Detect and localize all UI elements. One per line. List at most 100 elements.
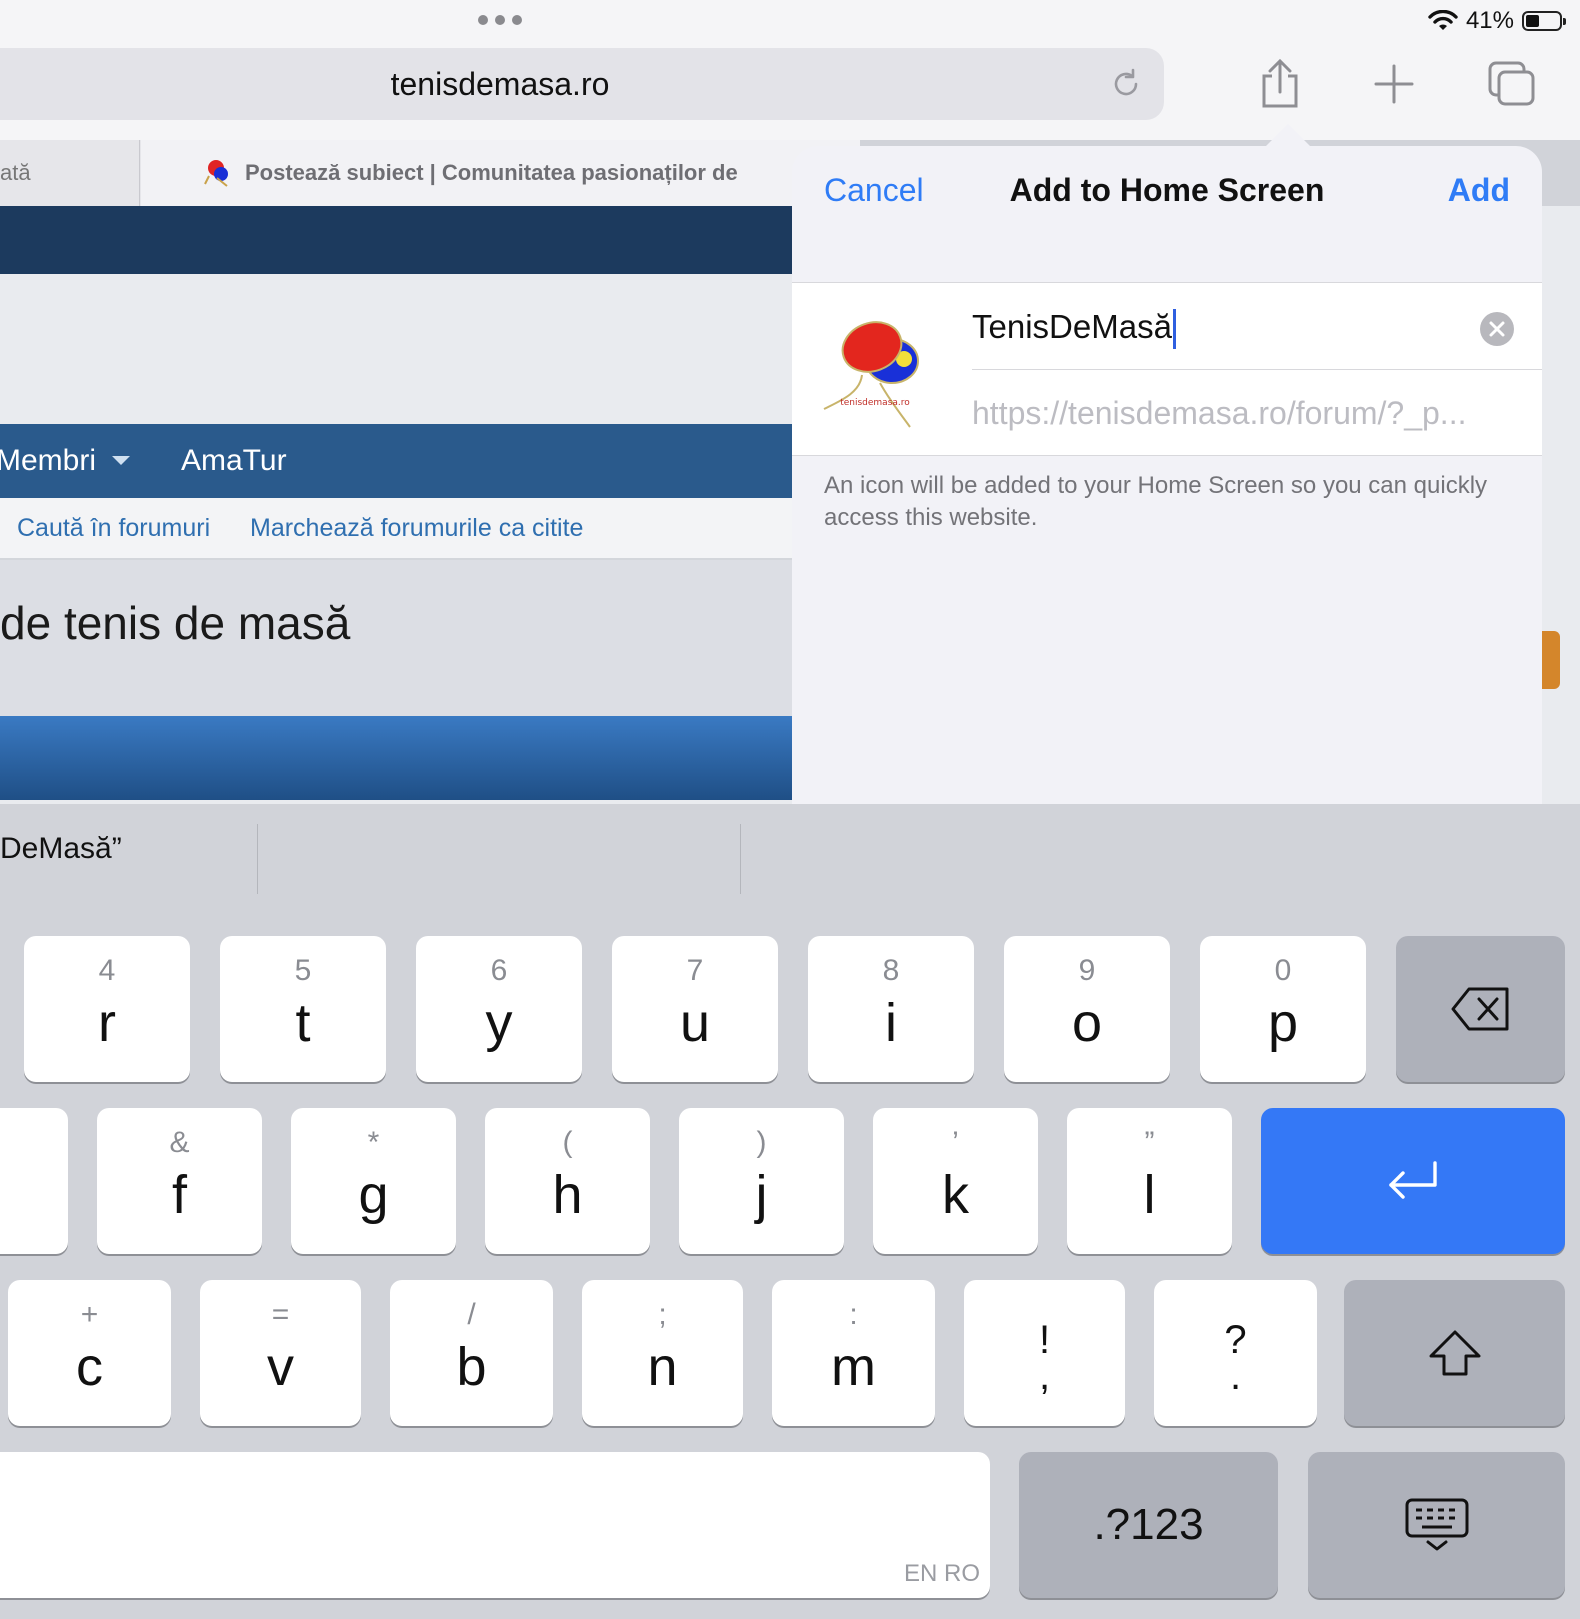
key-u-label: u <box>679 993 711 1053</box>
shift-icon <box>1344 1280 1565 1426</box>
mark-read-link[interactable]: Marchează forumurile ca citite <box>250 498 583 558</box>
key-j[interactable]: ) j <box>679 1108 844 1254</box>
key-d[interactable] <box>0 1108 68 1254</box>
key-o[interactable]: 9o <box>1004 936 1170 1082</box>
key-k-secondary: ’ <box>952 1126 959 1159</box>
site-subnav: Caută în forumuri Marchează forumurile c… <box>0 498 792 560</box>
key-o-secondary: 9 <box>1078 954 1096 987</box>
clear-icon[interactable] <box>1480 312 1514 346</box>
key-v-label: v <box>267 1337 294 1397</box>
key-m[interactable]: :m <box>772 1280 935 1426</box>
key-v[interactable]: = v <box>200 1280 361 1426</box>
key-l-secondary: ” <box>1144 1126 1155 1159</box>
key-exclam-comma[interactable]: ! , <box>964 1280 1125 1426</box>
battery-percent: 41% <box>1465 7 1514 34</box>
key-l[interactable]: ” l <box>1067 1108 1232 1254</box>
page-heading: de tenis de masă <box>0 597 351 649</box>
on-screen-keyboard: DeMasă” 4r 5t 6y 7u 8i 9o 0p & f * g (h ) j… <box>0 804 1580 1619</box>
url-field: https://tenisdemasa.ro/forum/?_p... <box>972 395 1467 431</box>
key-k[interactable]: ’ k <box>873 1108 1038 1254</box>
prediction-divider <box>740 824 741 894</box>
keyboard-language: EN RO <box>903 1560 980 1587</box>
nav-amatur[interactable]: AmaTur <box>181 424 287 498</box>
key-p-label: p <box>1267 993 1299 1053</box>
address-text[interactable]: tenisdemasa.ro <box>0 48 1000 120</box>
add-button[interactable]: Add <box>1448 172 1510 209</box>
key-f-secondary: & <box>169 1126 190 1159</box>
key-i-label: i <box>885 993 897 1053</box>
key-m-label: m <box>831 1337 876 1397</box>
name-input[interactable]: TenisDeMasă <box>972 299 1472 355</box>
key-l-label: l <box>1143 1165 1156 1225</box>
backspace-icon <box>1396 936 1565 1082</box>
shift-key[interactable] <box>1344 1280 1565 1426</box>
multitasking-dots[interactable] <box>478 10 522 30</box>
chevron-down-icon[interactable] <box>112 456 130 465</box>
key-f[interactable]: & f <box>97 1108 262 1254</box>
bookmark-form: tenisdemasa.ro TenisDeMasă https://tenis… <box>792 282 1542 456</box>
key-h[interactable]: (h <box>485 1108 650 1254</box>
numbers-key-label: .?123 <box>1093 1500 1204 1549</box>
nav-membri[interactable]: Membri <box>0 424 96 498</box>
key-c[interactable]: + c <box>8 1280 171 1426</box>
key-n-label: n <box>647 1337 678 1397</box>
key-p[interactable]: 0p <box>1200 936 1366 1082</box>
popover-arrow <box>1266 124 1310 146</box>
key-exclam-bottom: , <box>1038 1354 1051 1398</box>
dialog-title: Add to Home Screen <box>1009 172 1325 208</box>
tab-active-label: Postează subiect | Comunitatea pasionați… <box>245 160 738 185</box>
tab-previous[interactable]: ată <box>0 140 140 206</box>
key-c-label: c <box>76 1337 103 1397</box>
key-g-label: g <box>358 1165 389 1225</box>
key-p-secondary: 0 <box>1274 954 1292 987</box>
site-blue-bar <box>0 716 792 800</box>
key-t[interactable]: 5t <box>220 936 386 1082</box>
key-y[interactable]: 6y <box>416 936 582 1082</box>
new-tab-icon[interactable] <box>1366 56 1422 112</box>
key-u[interactable]: 7u <box>612 936 778 1082</box>
return-key[interactable] <box>1261 1108 1565 1254</box>
site-hero: de tenis de masă <box>0 560 792 716</box>
key-question-period[interactable]: ? . <box>1154 1280 1317 1426</box>
web-page: Membri AmaTur Caută în forumuri Marcheaz… <box>0 206 792 804</box>
key-b[interactable]: / b <box>390 1280 553 1426</box>
key-j-secondary: ) <box>756 1126 767 1159</box>
key-n[interactable]: ; n <box>582 1280 743 1426</box>
site-nav: Membri AmaTur <box>0 424 792 498</box>
status-bar: 41% <box>1428 4 1566 38</box>
prediction-bar: DeMasă” <box>0 804 1580 916</box>
battery-icon <box>1522 11 1566 31</box>
key-o-label: o <box>1071 993 1103 1053</box>
form-divider <box>972 369 1542 370</box>
site-logo-text: tenisdemasa.ro <box>840 398 910 408</box>
post-button[interactable] <box>1540 631 1560 689</box>
prediction-suggestion[interactable]: DeMasă” <box>0 832 122 866</box>
return-icon <box>1261 1108 1565 1254</box>
space-key[interactable]: EN RO <box>0 1452 990 1598</box>
search-forums-link[interactable]: Caută în forumuri <box>17 498 210 558</box>
key-u-secondary: 7 <box>686 954 704 987</box>
key-r-label: r <box>98 993 116 1053</box>
tab-active[interactable]: Postează subiect | Comunitatea pasionați… <box>141 140 860 206</box>
share-icon[interactable] <box>1252 56 1308 112</box>
key-c-secondary: + <box>80 1298 99 1331</box>
key-n-secondary: ; <box>658 1298 667 1331</box>
key-h-label: h <box>552 1165 583 1225</box>
key-g-secondary: * <box>367 1126 380 1159</box>
numbers-key[interactable]: .?123 <box>1019 1452 1278 1598</box>
key-y-secondary: 6 <box>490 954 508 987</box>
tabs-overview-icon[interactable] <box>1484 56 1540 112</box>
hide-keyboard-key[interactable] <box>1308 1452 1565 1598</box>
key-g[interactable]: * g <box>291 1108 456 1254</box>
reload-icon[interactable] <box>1108 66 1144 102</box>
name-input-value: TenisDeMasă <box>972 308 1172 345</box>
site-favicon-icon <box>204 160 228 187</box>
key-k-label: k <box>942 1165 969 1225</box>
wifi-icon <box>1428 10 1458 30</box>
key-i[interactable]: 8i <box>808 936 974 1082</box>
key-m-secondary: : <box>849 1298 858 1331</box>
key-r[interactable]: 4r <box>24 936 190 1082</box>
key-b-secondary: / <box>467 1298 476 1331</box>
delete-key[interactable] <box>1396 936 1565 1082</box>
key-question-bottom: . <box>1229 1354 1242 1398</box>
